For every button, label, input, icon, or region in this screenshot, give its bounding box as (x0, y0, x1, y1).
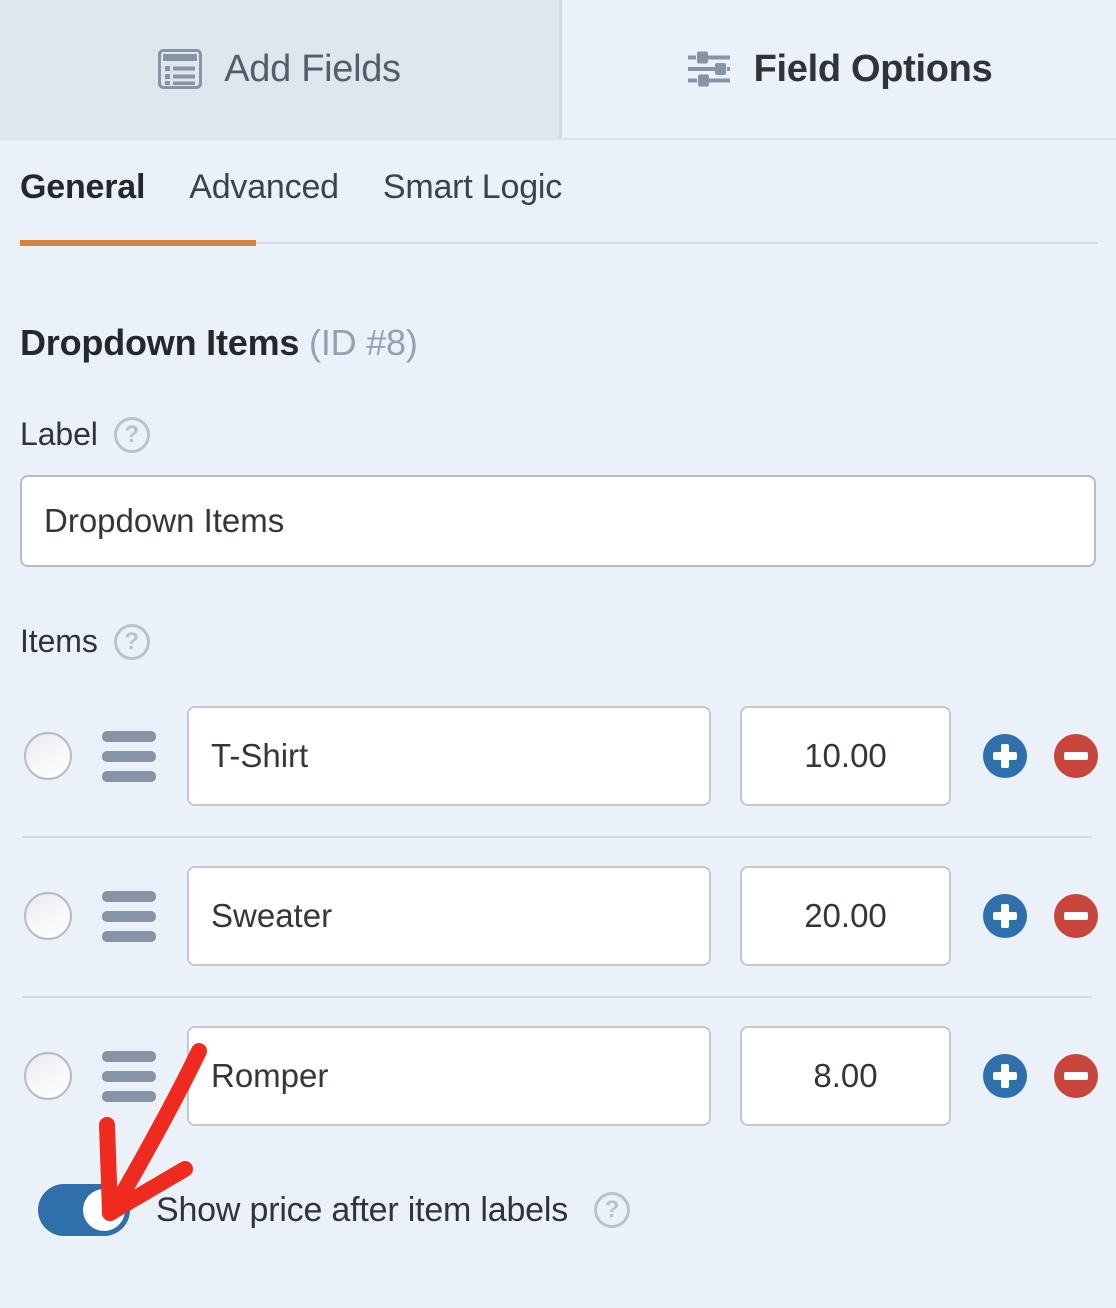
drag-handle-icon[interactable] (102, 890, 156, 942)
item-row-buttons (983, 734, 1098, 778)
item-name-input[interactable] (187, 706, 711, 806)
tab-general[interactable]: General (20, 168, 145, 217)
item-row (20, 996, 1098, 1156)
items-heading-row: Items ? (20, 623, 1096, 660)
plus-circle-icon[interactable] (983, 1054, 1027, 1098)
show-price-toggle-row: Show price after item labels ? (20, 1184, 1096, 1236)
item-default-radio[interactable] (24, 1052, 72, 1100)
label-heading-row: Label ? (20, 416, 1096, 453)
tab-field-options[interactable]: Field Options (562, 0, 1116, 138)
minus-circle-icon[interactable] (1054, 734, 1098, 778)
tab-add-fields[interactable]: Add Fields (0, 0, 562, 138)
sub-tab-bar: General Advanced Smart Logic (0, 140, 1116, 266)
field-options-panel: Dropdown Items (ID #8) Label ? Items ? (0, 322, 1116, 1236)
drag-handle-icon[interactable] (102, 730, 156, 782)
plus-circle-icon[interactable] (983, 734, 1027, 778)
item-row-buttons (983, 894, 1098, 938)
item-name-input[interactable] (187, 866, 711, 966)
help-icon[interactable]: ? (113, 623, 150, 660)
tab-add-fields-label: Add Fields (224, 47, 401, 90)
top-tab-bar: Add Fields Field Options (0, 0, 1116, 140)
form-list-icon (158, 49, 203, 89)
item-default-radio[interactable] (24, 732, 72, 780)
minus-circle-icon[interactable] (1054, 894, 1098, 938)
item-price-input[interactable] (740, 1026, 951, 1126)
item-row (20, 676, 1098, 836)
field-title-text: Dropdown Items (20, 322, 300, 363)
show-price-toggle[interactable] (38, 1184, 130, 1236)
label-input[interactable] (20, 475, 1096, 567)
field-id: (ID #8) (309, 322, 418, 363)
item-price-input[interactable] (740, 866, 951, 966)
plus-circle-icon[interactable] (983, 894, 1027, 938)
sliders-icon (686, 49, 732, 89)
label-heading: Label (20, 416, 98, 452)
drag-handle-icon[interactable] (102, 1050, 156, 1102)
toggle-knob (83, 1189, 125, 1231)
item-default-radio[interactable] (24, 892, 72, 940)
item-name-input[interactable] (187, 1026, 711, 1126)
show-price-toggle-label: Show price after item labels (156, 1190, 569, 1229)
tab-smart-logic[interactable]: Smart Logic (383, 168, 562, 217)
item-price-input[interactable] (740, 706, 951, 806)
item-row (20, 836, 1098, 996)
item-row-buttons (983, 1054, 1098, 1098)
help-icon[interactable]: ? (594, 1192, 631, 1228)
help-icon[interactable]: ? (113, 416, 150, 453)
active-tab-underline (20, 240, 256, 246)
tab-field-options-label: Field Options (753, 47, 993, 90)
minus-circle-icon[interactable] (1054, 1054, 1098, 1098)
tab-advanced[interactable]: Advanced (189, 168, 339, 217)
page-title: Dropdown Items (ID #8) (20, 322, 1096, 364)
items-list (20, 676, 1098, 1156)
items-heading: Items (20, 623, 98, 659)
